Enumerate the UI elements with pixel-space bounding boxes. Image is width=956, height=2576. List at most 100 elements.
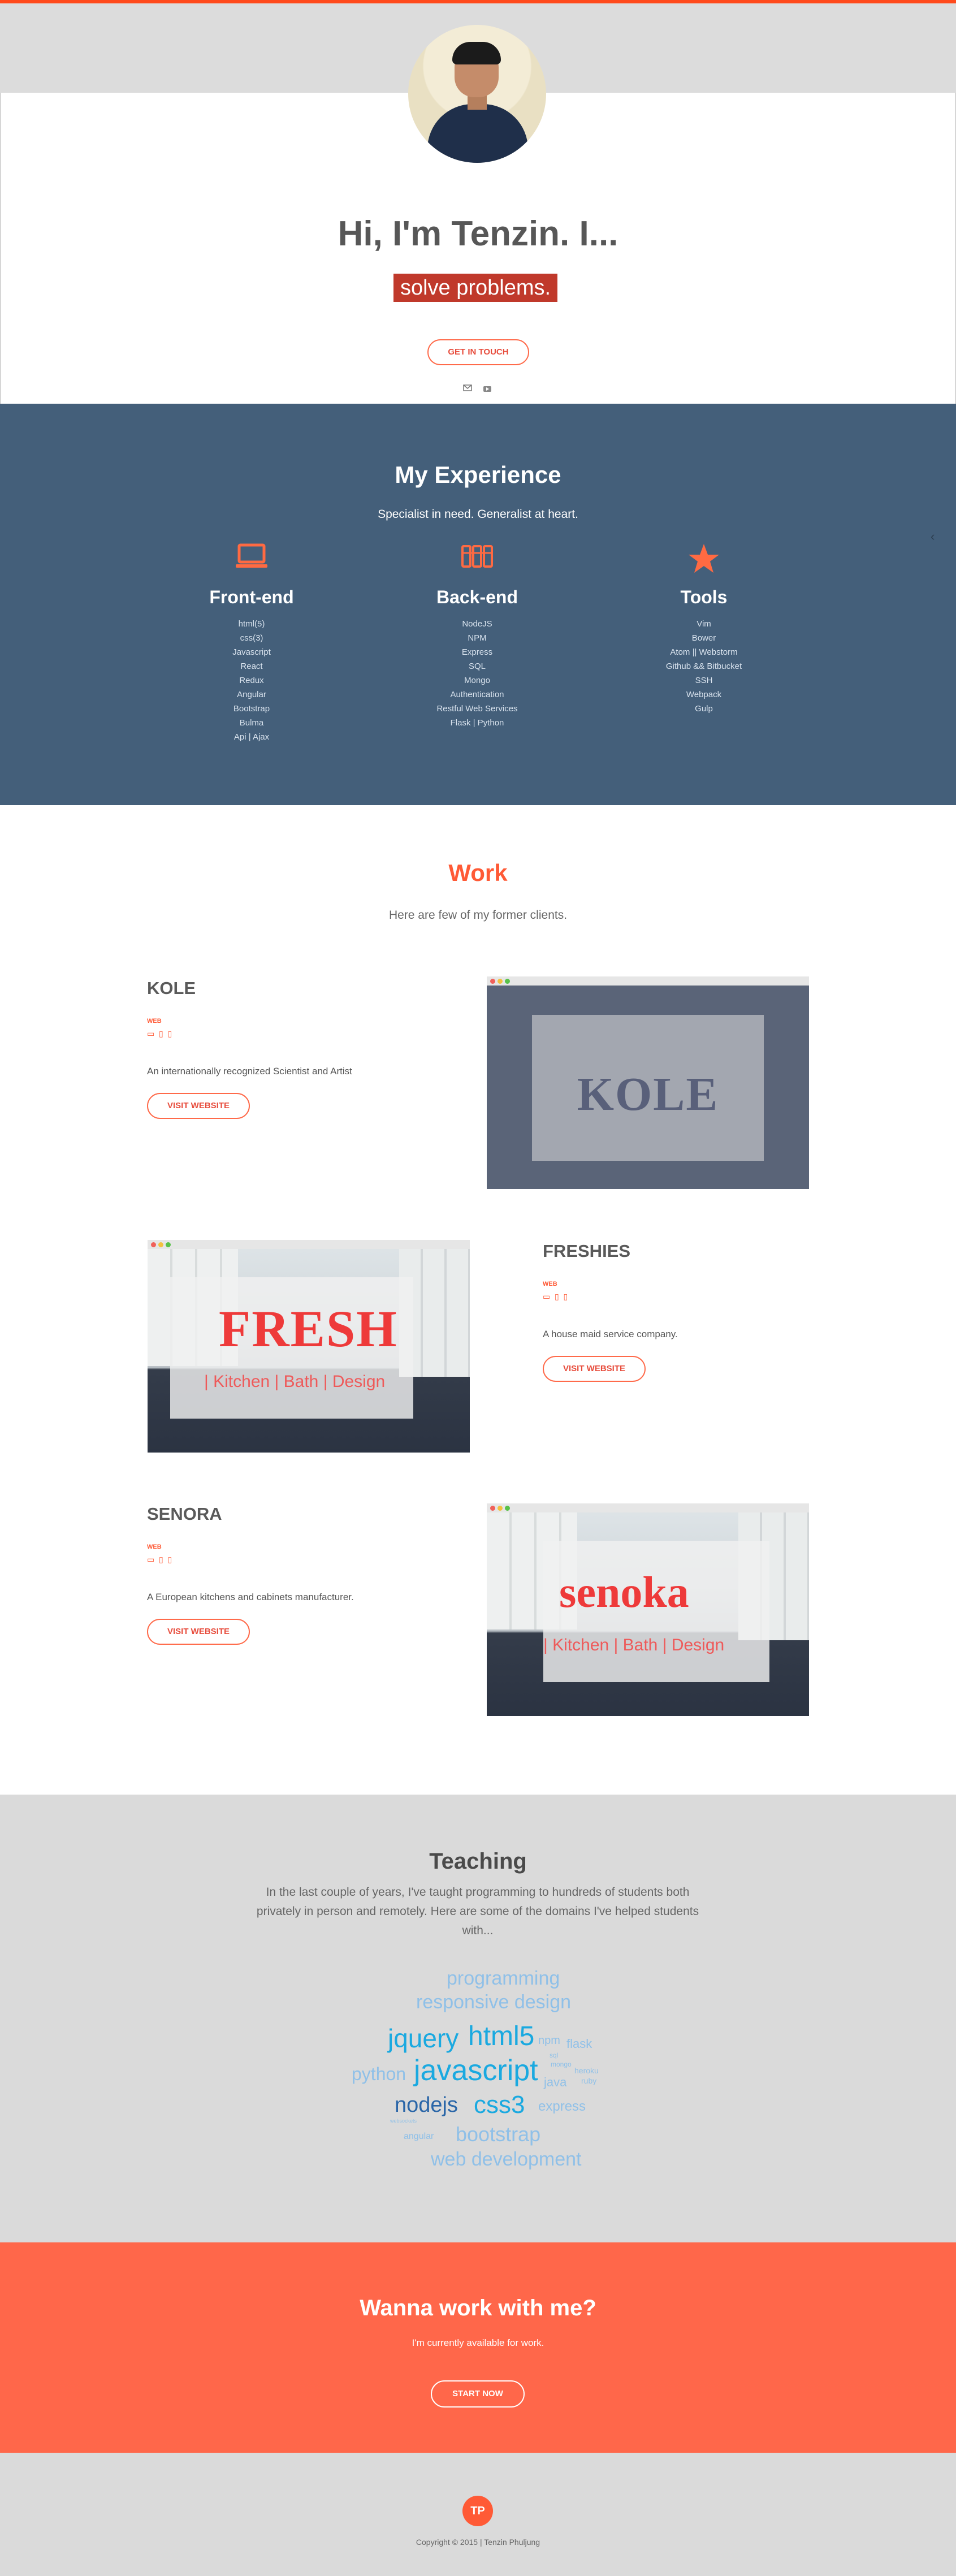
experience-column-frontend: Front-end html(5) css(3) Javascript Reac…: [161, 543, 342, 744]
project-screenshot-senora[interactable]: senoka | Kitchen | Bath | Design: [487, 1503, 809, 1716]
visit-website-button[interactable]: VISIT WEBSITE: [147, 1619, 250, 1645]
laptop-icon: [161, 543, 342, 577]
experience-subtitle: Specialist in need. Generalist at heart.: [378, 508, 578, 521]
word: javascript: [414, 2054, 538, 2087]
project-name: KOLE: [147, 978, 196, 998]
teaching-paragraph: In the last couple of years, I've taught…: [256, 1886, 699, 1937]
email-icon[interactable]: [462, 384, 473, 392]
list-item: Gulp: [695, 704, 713, 714]
word: web development: [431, 2149, 582, 2170]
start-now-button[interactable]: START NOW: [431, 2380, 525, 2408]
list-item: NPM: [468, 633, 487, 643]
tablet-icon: ▯: [159, 1029, 163, 1038]
list-item: SQL: [468, 662, 486, 671]
list-item: Javascript: [232, 647, 271, 657]
word: heroku: [574, 2066, 599, 2075]
avatar: [408, 25, 546, 163]
list-item: Express: [461, 647, 493, 657]
word: sql: [550, 2051, 559, 2059]
word: flask: [566, 2037, 592, 2051]
experience-column-backend: Back-end NodeJS NPM Express SQL Mongo Au…: [387, 543, 568, 730]
column-title: Tools: [680, 587, 728, 607]
word: angular: [404, 2132, 434, 2141]
logo[interactable]: TP: [462, 2496, 493, 2526]
list-item: NodeJS: [462, 619, 492, 629]
tablet-icon: ▯: [159, 1555, 163, 1564]
word: html5: [468, 2021, 535, 2051]
column-title: Front-end: [209, 587, 294, 607]
desktop-icon: ▭: [543, 1292, 551, 1301]
project-name: SENORA: [147, 1504, 222, 1524]
screenshot-title: FRESH: [219, 1300, 398, 1358]
project-description: An internationally recognized Scientist …: [147, 1066, 352, 1077]
word: mongo: [551, 2060, 572, 2068]
server-icon: [387, 543, 568, 577]
experience-title: My Experience: [395, 461, 561, 488]
list-item: Atom || Webstorm: [670, 647, 738, 657]
list-item: Api | Ajax: [233, 732, 270, 742]
project-description: A house maid service company.: [543, 1329, 678, 1339]
chevron-left-icon[interactable]: ‹: [931, 529, 935, 544]
desktop-icon: ▭: [147, 1029, 155, 1038]
word: npm: [538, 2034, 560, 2047]
skill-list: html(5) css(3) Javascript React Redux An…: [161, 617, 342, 744]
list-item: SSH: [695, 676, 713, 685]
list-item: Bulma: [239, 718, 264, 728]
column-title: Back-end: [436, 587, 518, 607]
skill-list: Vim Bower Atom || Webstorm Github && Bit…: [613, 617, 794, 716]
list-item: css(3): [240, 633, 263, 643]
list-item: html(5): [238, 619, 265, 629]
word: jquery: [388, 2024, 459, 2053]
hero-title: Hi, I'm Tenzin. I...: [338, 214, 618, 253]
list-item: React: [240, 662, 263, 671]
star-icon: [613, 543, 794, 577]
work-title: Work: [448, 859, 508, 886]
word: programming: [447, 1968, 560, 1989]
word-cloud: programming responsive design jquery htm…: [339, 1968, 622, 2171]
word: nodejs: [395, 2093, 458, 2117]
skill-list: NodeJS NPM Express SQL Mongo Authenticat…: [387, 617, 568, 730]
project-screenshot-freshies[interactable]: FRESH | Kitchen | Bath | Design: [148, 1240, 470, 1453]
mobile-icon: ▯: [167, 1555, 172, 1564]
word: express: [538, 2099, 586, 2114]
list-item: Flask | Python: [450, 718, 504, 728]
list-item: Angular: [237, 690, 266, 699]
get-in-touch-button[interactable]: GET IN TOUCH: [427, 339, 529, 365]
word: java: [544, 2075, 567, 2089]
word: css3: [474, 2091, 525, 2119]
list-item: Bower: [691, 633, 716, 643]
project-tag: WEB: [147, 1544, 162, 1550]
screenshot-subtitle: | Kitchen | Bath | Design: [204, 1372, 386, 1391]
mobile-icon: ▯: [167, 1029, 172, 1038]
list-item: Vim: [697, 619, 711, 629]
list-item: Webpack: [686, 690, 722, 699]
device-icons: ▭ ▯ ▯: [147, 1555, 172, 1564]
mobile-icon: ▯: [563, 1292, 568, 1301]
copyright-text: Copyright © 2015 | Tenzin Phuljung: [416, 2538, 540, 2547]
tablet-icon: ▯: [555, 1292, 559, 1301]
typed-text: solve problems.: [393, 274, 557, 302]
visit-website-button[interactable]: VISIT WEBSITE: [147, 1093, 250, 1119]
word: bootstrap: [456, 2123, 541, 2146]
word: python: [352, 2064, 406, 2084]
screenshot-subtitle: | Kitchen | Bath | Design: [543, 1636, 725, 1654]
screenshot-title: KOLE: [577, 1068, 719, 1121]
project-tag: WEB: [543, 1281, 557, 1287]
cta-subtitle: I'm currently available for work.: [412, 2337, 544, 2348]
youtube-icon[interactable]: [482, 384, 492, 392]
visit-website-button[interactable]: VISIT WEBSITE: [543, 1356, 646, 1382]
device-icons: ▭ ▯ ▯: [147, 1029, 172, 1039]
list-item: Restful Web Services: [436, 704, 518, 714]
list-item: Bootstrap: [233, 704, 270, 714]
word: websockets: [390, 2118, 417, 2124]
project-screenshot-kole[interactable]: KOLE: [487, 976, 809, 1189]
project-description: A European kitchens and cabinets manufac…: [147, 1592, 354, 1602]
list-item: Github && Bitbucket: [665, 662, 742, 671]
desktop-icon: ▭: [147, 1555, 155, 1564]
word: responsive design: [416, 1991, 572, 2013]
device-icons: ▭ ▯ ▯: [543, 1292, 568, 1302]
list-item: Authentication: [450, 690, 504, 699]
project-name: FRESHIES: [543, 1241, 631, 1261]
experience-column-tools: Tools Vim Bower Atom || Webstorm Github …: [613, 543, 794, 716]
cta-title: Wanna work with me?: [360, 2296, 596, 2320]
